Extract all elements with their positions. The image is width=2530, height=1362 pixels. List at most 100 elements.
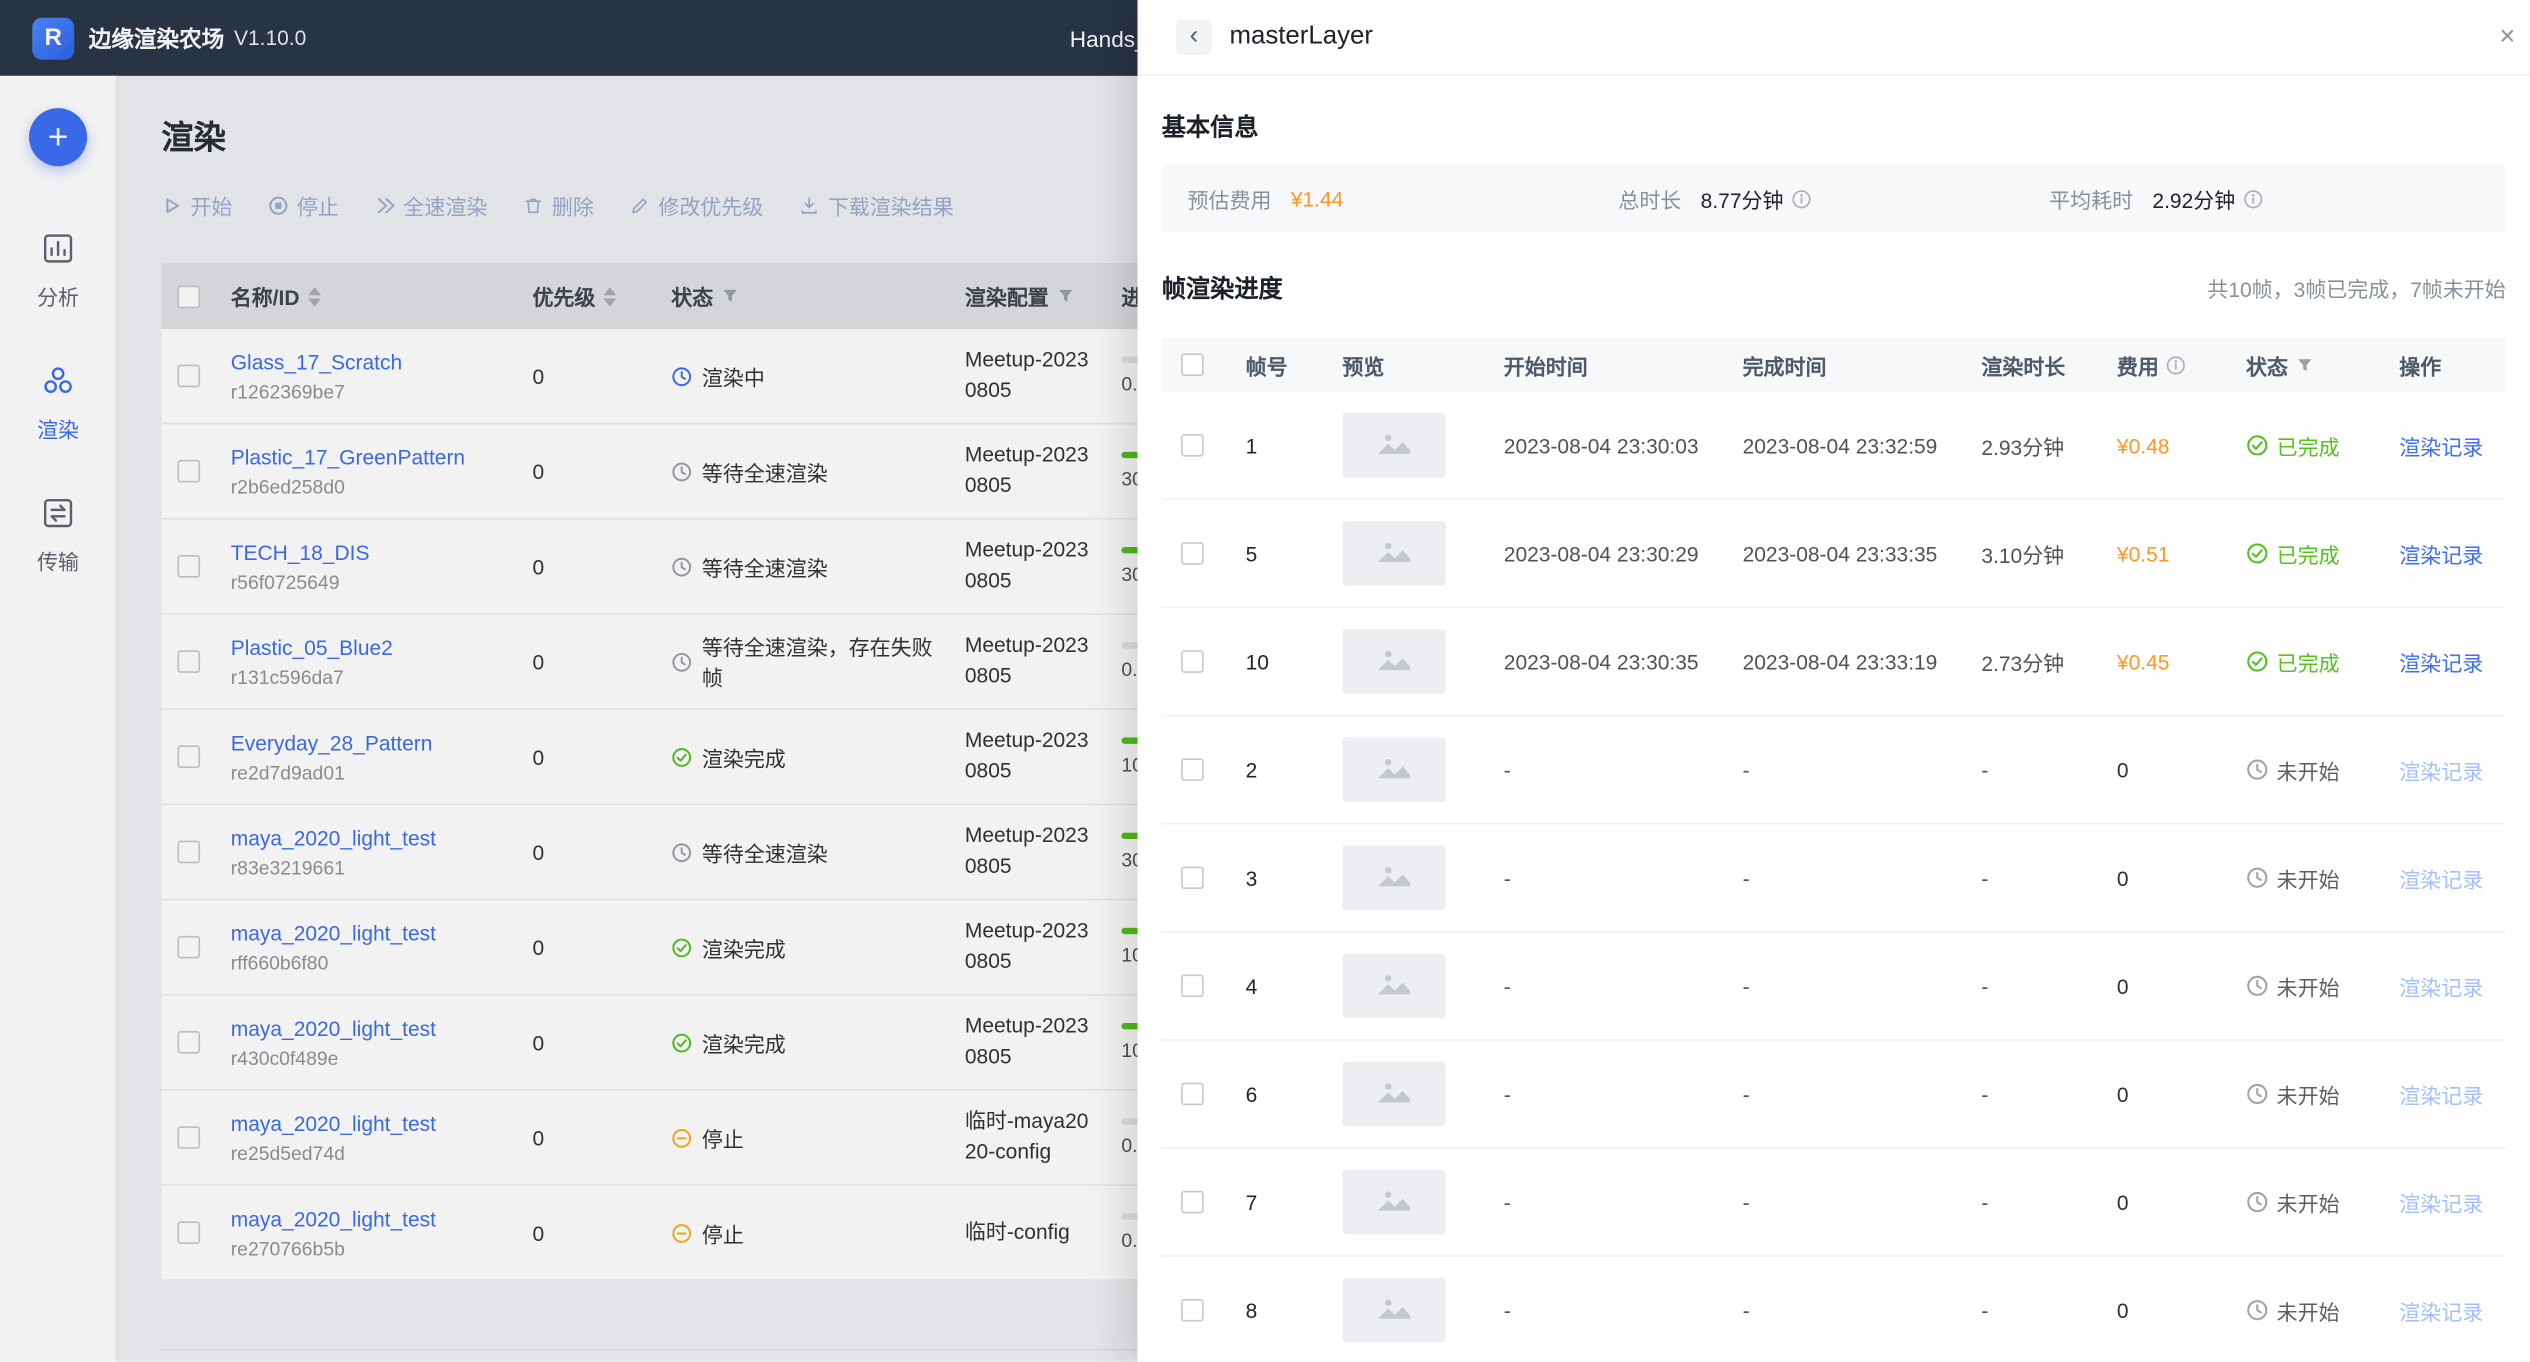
check-circle-icon [2246, 542, 2269, 565]
frame-checkbox[interactable] [1181, 650, 1204, 673]
render-log-link[interactable]: 渲染记录 [2399, 646, 2483, 677]
render-log-link[interactable]: 渲染记录 [2399, 538, 2483, 569]
frame-preview-thumbnail[interactable] [1342, 1170, 1445, 1235]
frame-duration: 2.73分钟 [1962, 646, 2098, 677]
col-preview: 预览 [1323, 349, 1484, 380]
frame-cost: 0 [2098, 974, 2227, 998]
frame-preview-thumbnail[interactable] [1342, 413, 1445, 478]
frame-end-time: - [1723, 1082, 1962, 1106]
frame-table-row[interactable]: 8 - - - 0 未开始 渲染记录 [1162, 1257, 2506, 1362]
image-placeholder-icon [1373, 536, 1415, 570]
frame-cost: 0 [2098, 1082, 2227, 1106]
col-cost: 费用 [2098, 349, 2227, 380]
frame-preview-cell [1323, 413, 1484, 478]
frame-number: 8 [1226, 1298, 1323, 1322]
frame-checkbox[interactable] [1181, 1083, 1204, 1106]
render-log-link[interactable]: 渲染记录 [2399, 754, 2483, 785]
frame-checkbox[interactable] [1181, 542, 1204, 565]
frame-start-time: - [1484, 758, 1723, 782]
check-circle-icon [2246, 434, 2269, 457]
clock-icon [2246, 866, 2269, 889]
info-circle-icon[interactable] [1792, 188, 1813, 209]
frame-checkbox[interactable] [1181, 866, 1204, 889]
frame-duration: - [1962, 1082, 2098, 1106]
render-log-link[interactable]: 渲染记录 [2399, 862, 2483, 893]
frame-cost: 0 [2098, 1190, 2227, 1214]
frame-number: 10 [1226, 649, 1323, 673]
frame-action-cell: 渲染记录 [2380, 1079, 2506, 1110]
frame-status-text: 未开始 [2277, 971, 2340, 1002]
frame-preview-thumbnail[interactable] [1342, 521, 1445, 586]
frame-preview-thumbnail[interactable] [1342, 1278, 1445, 1343]
frames-table-header: 帧号 预览 开始时间 完成时间 渲染时长 费用 状态 操作 [1162, 337, 2506, 392]
job-stats-bar: 预估费用 ¥1.44 总时长 8.77分钟 平均耗时 2.92分钟 [1162, 165, 2506, 233]
select-all-frames-checkbox[interactable] [1181, 353, 1204, 376]
frame-preview-thumbnail[interactable] [1342, 737, 1445, 802]
frame-number: 5 [1226, 541, 1323, 565]
image-placeholder-icon [1373, 1185, 1415, 1219]
frame-end-time: - [1723, 1298, 1962, 1322]
clock-icon [2246, 1191, 2269, 1214]
frames-table-body: 1 2023-08-04 23:30:03 2023-08-04 23:32:5… [1162, 392, 2506, 1362]
frame-table-row[interactable]: 6 - - - 0 未开始 渲染记录 [1162, 1041, 2506, 1149]
frame-end-time: - [1723, 866, 1962, 890]
frame-checkbox-cell [1162, 1191, 1227, 1214]
frame-duration: - [1962, 866, 2098, 890]
frame-preview-thumbnail[interactable] [1342, 629, 1445, 694]
render-log-link[interactable]: 渲染记录 [2399, 1079, 2483, 1110]
frame-status: 未开始 [2227, 1079, 2380, 1110]
frame-status: 已完成 [2227, 646, 2380, 677]
render-log-link[interactable]: 渲染记录 [2399, 1187, 2483, 1218]
frame-table-row[interactable]: 2 - - - 0 未开始 渲染记录 [1162, 716, 2506, 824]
image-placeholder-icon [1373, 753, 1415, 787]
back-button[interactable]: ‹ [1176, 19, 1211, 54]
frame-end-time: 2023-08-04 23:32:59 [1723, 433, 1962, 457]
frame-table-row[interactable]: 5 2023-08-04 23:30:29 2023-08-04 23:33:3… [1162, 500, 2506, 608]
frame-action-cell: 渲染记录 [2380, 538, 2506, 569]
info-circle-icon[interactable] [2165, 354, 2186, 375]
frame-number: 6 [1226, 1082, 1323, 1106]
frame-duration: - [1962, 974, 2098, 998]
frame-preview-cell [1323, 954, 1484, 1019]
frame-checkbox[interactable] [1181, 434, 1204, 457]
frame-status: 未开始 [2227, 862, 2380, 893]
frame-table-row[interactable]: 10 2023-08-04 23:30:35 2023-08-04 23:33:… [1162, 608, 2506, 716]
frame-checkbox[interactable] [1181, 1191, 1204, 1214]
frame-end-time: - [1723, 758, 1962, 782]
close-icon[interactable]: × [2499, 21, 2515, 53]
frame-checkbox[interactable] [1181, 758, 1204, 781]
frame-checkbox[interactable] [1181, 1299, 1204, 1322]
drawer-title: masterLayer [1229, 23, 1372, 52]
frame-number: 3 [1226, 866, 1323, 890]
frame-preview-thumbnail[interactable] [1342, 845, 1445, 910]
frame-checkbox-cell [1162, 758, 1227, 781]
frame-table-row[interactable]: 4 - - - 0 未开始 渲染记录 [1162, 933, 2506, 1041]
render-log-link[interactable]: 渲染记录 [2399, 1295, 2483, 1326]
frame-status-text: 未开始 [2277, 754, 2340, 785]
frame-number: 2 [1226, 758, 1323, 782]
frame-action-cell: 渲染记录 [2380, 430, 2506, 461]
frame-preview-thumbnail[interactable] [1342, 954, 1445, 1019]
clock-icon [2246, 1083, 2269, 1106]
frame-cost: ¥0.48 [2098, 433, 2227, 457]
frame-table-row[interactable]: 3 - - - 0 未开始 渲染记录 [1162, 824, 2506, 932]
render-log-link[interactable]: 渲染记录 [2399, 430, 2483, 461]
frame-checkbox[interactable] [1181, 975, 1204, 998]
frame-preview-thumbnail[interactable] [1342, 1062, 1445, 1127]
frame-duration: 2.93分钟 [1962, 430, 2098, 461]
frame-table-row[interactable]: 1 2023-08-04 23:30:03 2023-08-04 23:32:5… [1162, 392, 2506, 500]
frame-duration: - [1962, 1190, 2098, 1214]
frame-table-row[interactable]: 7 - - - 0 未开始 渲染记录 [1162, 1149, 2506, 1257]
frame-start-time: - [1484, 1298, 1723, 1322]
frame-preview-cell [1323, 629, 1484, 694]
frame-start-time: 2023-08-04 23:30:35 [1484, 649, 1723, 673]
frame-action-cell: 渲染记录 [2380, 754, 2506, 785]
filter-icon[interactable] [2296, 356, 2314, 374]
col-frame-status[interactable]: 状态 [2227, 349, 2380, 380]
frame-preview-cell [1323, 521, 1484, 586]
drawer-body: 基本信息 预估费用 ¥1.44 总时长 8.77分钟 平均耗时 2.92分钟 [1138, 110, 2530, 1362]
info-circle-icon[interactable] [2243, 188, 2264, 209]
stat-estimated-cost: 预估费用 ¥1.44 [1188, 183, 1619, 214]
render-log-link[interactable]: 渲染记录 [2399, 971, 2483, 1002]
frame-cost: 0 [2098, 758, 2227, 782]
